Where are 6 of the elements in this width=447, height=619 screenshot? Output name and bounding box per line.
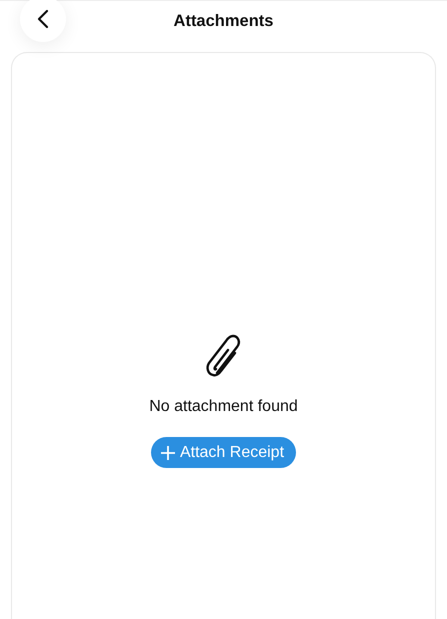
- empty-message: No attachment found: [149, 397, 298, 417]
- back-icon: [37, 9, 49, 29]
- back-button[interactable]: [20, 0, 66, 42]
- page-title: Attachments: [174, 12, 274, 30]
- plus-icon: [160, 446, 175, 460]
- attach-receipt-button[interactable]: Attach Receipt: [150, 437, 296, 468]
